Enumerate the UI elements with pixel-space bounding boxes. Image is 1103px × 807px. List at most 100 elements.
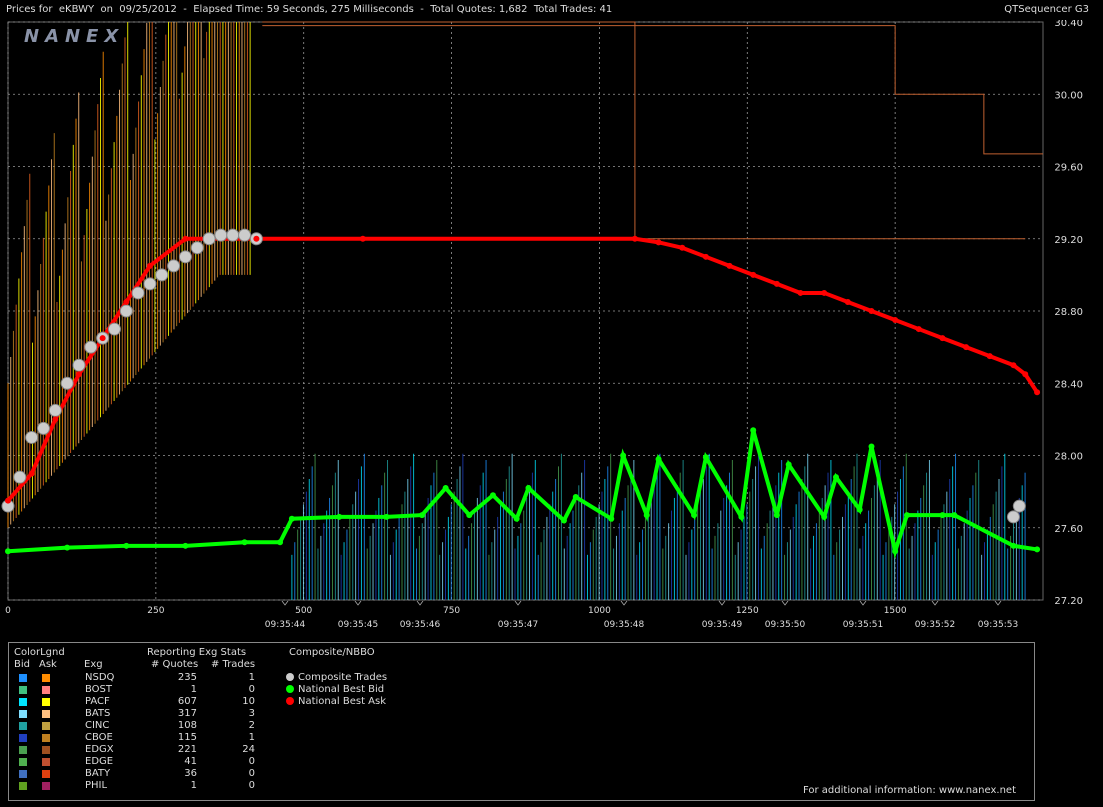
composite-trade-point (119, 304, 133, 318)
trade-count: 24 (242, 744, 255, 755)
composite-trade-point (167, 259, 181, 273)
national-best-ask-point (1010, 362, 1017, 369)
exchange-name: BOST (85, 684, 113, 695)
national-best-ask-point (963, 344, 970, 351)
y-tick-label: 28.80 (1054, 307, 1083, 318)
national-best-ask-point (986, 353, 993, 360)
national-best-bid-point (738, 513, 745, 520)
exchange-name: EDGX (85, 744, 114, 755)
bid-header: Bid (14, 659, 30, 670)
quote-count: 235 (177, 672, 197, 683)
ask-swatch (42, 746, 50, 754)
composite-trade-point (13, 470, 27, 484)
y-tick-label: 29.60 (1054, 163, 1083, 174)
ask-swatch (42, 770, 50, 778)
trade-count: 2 (248, 720, 255, 731)
bid-swatch (19, 746, 27, 754)
national-best-bid-point (750, 427, 757, 434)
exchange-name: EDGE (85, 756, 114, 767)
composite-trade-point (25, 430, 39, 444)
national-best-bid-point (833, 474, 839, 481)
national-best-ask-point (52, 416, 59, 423)
national-best-bid-point (241, 539, 248, 546)
time-tick-marker (781, 600, 789, 606)
time-tick-label: 09:35:51 (843, 620, 883, 630)
exchange-row: CBOE 115 1 (9, 732, 269, 744)
y-tick-label: 27.20 (1054, 596, 1083, 607)
exchange-row: BATY 36 0 (9, 768, 269, 780)
quote-count: 108 (177, 720, 197, 731)
national-best-bid-point (608, 515, 615, 522)
composite-trade-point (238, 228, 252, 242)
bid-swatch (19, 782, 27, 790)
national-best-bid-point (525, 485, 532, 492)
x-tick-label: 1250 (736, 606, 759, 616)
national-best-ask-point (28, 470, 35, 477)
time-tick-marker (514, 600, 522, 606)
quote-count: 36 (184, 768, 197, 779)
composite-trade-point (48, 403, 62, 417)
national-best-bid-point (182, 542, 189, 549)
time-tick-label: 09:35:45 (338, 620, 378, 630)
national-best-ask-point (868, 308, 875, 314)
trade-count: 1 (248, 732, 255, 743)
national-best-bid-point (513, 515, 520, 522)
composite-trade-point (1012, 499, 1026, 513)
national-best-bid-point (939, 512, 946, 519)
national-best-ask-point (939, 335, 946, 342)
composite-legend-item: National Best Bid (286, 684, 387, 696)
national-best-bid-point (489, 492, 496, 499)
national-best-ask-point (123, 298, 130, 305)
quote-count: 115 (177, 732, 197, 743)
quote-count: 1 (190, 684, 197, 695)
national-best-ask-point (359, 235, 366, 242)
y-tick-label: 28.40 (1054, 379, 1083, 390)
y-tick-label: 29.20 (1054, 235, 1083, 246)
exchange-name: PACF (85, 696, 110, 707)
exchange-name: BATS (85, 708, 111, 719)
ask-swatch (42, 722, 50, 730)
quote-count: 221 (177, 744, 197, 755)
ask-swatch (42, 782, 50, 790)
quote-count: 607 (177, 696, 197, 707)
national-best-ask-point (797, 289, 804, 296)
national-best-bid-point (5, 548, 11, 555)
x-tick-label: 250 (147, 606, 164, 616)
bid-swatch (19, 770, 27, 778)
composite-trade-point (84, 340, 98, 354)
time-tick-marker (718, 600, 726, 606)
national-best-bid-point (773, 512, 780, 519)
x-tick-label: 1000 (588, 606, 611, 616)
composite-trade-point (60, 376, 74, 390)
exchange-row: EDGE 41 0 (9, 756, 269, 768)
composite-trade-point (107, 322, 121, 336)
composite-trade-point (143, 277, 157, 291)
composite-trade-point (36, 421, 50, 435)
time-tick-marker (354, 600, 362, 606)
national-best-ask-point (631, 235, 638, 242)
time-tick-marker (994, 600, 1002, 606)
composite-trade-point (214, 228, 228, 242)
national-best-bid-point (466, 512, 473, 519)
composite-trade-point (190, 241, 204, 255)
composite-trade-point (1006, 510, 1020, 524)
exchange-name: CBOE (85, 732, 113, 743)
composite-trade-point (131, 286, 145, 300)
composite-trade-point (226, 228, 240, 242)
trades-header: # Trades (211, 659, 256, 670)
trade-count: 0 (248, 684, 255, 695)
time-tick-label: 09:35:49 (702, 620, 743, 630)
national-best-bid-point (951, 512, 958, 519)
y-tick-label: 30.00 (1054, 90, 1083, 101)
exchange-row: PHIL 1 0 (9, 780, 269, 792)
exchange-row: BOST 1 0 (9, 684, 269, 696)
national-best-ask-point (99, 335, 106, 342)
national-best-ask-point (146, 262, 153, 269)
time-tick-marker (281, 600, 289, 606)
app-name: QTSequencer G3 (1004, 4, 1089, 15)
national-best-bid-point (419, 512, 425, 519)
national-best-bid-point (620, 452, 627, 459)
time-tick-marker (859, 600, 867, 606)
national-best-bid-point (868, 443, 875, 450)
exchange-name: CINC (85, 720, 110, 731)
